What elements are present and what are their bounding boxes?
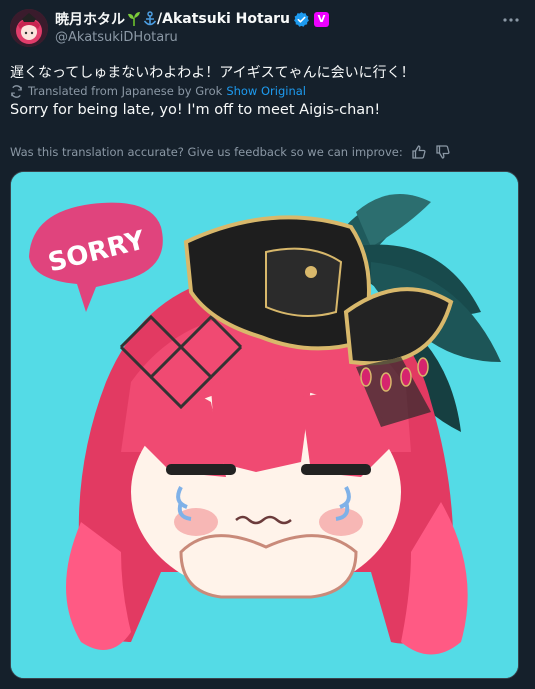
post-original-text: 遅くなってしゅまないわよわよ！アイギスてゃんに会いに行く！ <box>10 65 415 81</box>
affiliate-badge-icon[interactable]: V <box>314 11 330 27</box>
translation-notice: Translated from Japanese by Grok Show Or… <box>10 84 306 98</box>
anchor-emoji-icon <box>143 10 157 28</box>
post: 暁月ホタル /Akatsuki Hotaru V @AkatsukiDHotar… <box>0 0 535 689</box>
more-dots-icon[interactable] <box>501 10 521 30</box>
verified-badge-icon[interactable] <box>293 11 310 28</box>
post-translated-text: Sorry for being late, yo! I'm off to mee… <box>10 102 381 118</box>
show-original-link[interactable]: Show Original <box>226 84 306 98</box>
thumbs-down-icon[interactable] <box>435 144 451 160</box>
seedling-emoji-icon <box>127 10 141 28</box>
display-name[interactable]: 暁月ホタル <box>55 9 125 29</box>
character-face-illustration <box>131 377 401 599</box>
thumbs-up-icon[interactable] <box>411 144 427 160</box>
translated-from-label: Translated from Japanese by Grok <box>28 84 223 98</box>
post-image[interactable]: SORRY <box>10 171 519 679</box>
post-header: 暁月ホタル /Akatsuki Hotaru V @AkatsukiDHotar… <box>55 9 495 45</box>
display-name-suffix[interactable]: /Akatsuki Hotaru <box>157 11 290 27</box>
name-row: 暁月ホタル /Akatsuki Hotaru V <box>55 9 495 29</box>
translation-feedback: Was this translation accurate? Give us f… <box>10 144 451 160</box>
feedback-prompt: Was this translation accurate? Give us f… <box>10 145 403 159</box>
avatar[interactable] <box>10 9 48 47</box>
handle[interactable]: @AkatsukiDHotaru <box>55 30 495 45</box>
translate-icon <box>10 84 23 98</box>
